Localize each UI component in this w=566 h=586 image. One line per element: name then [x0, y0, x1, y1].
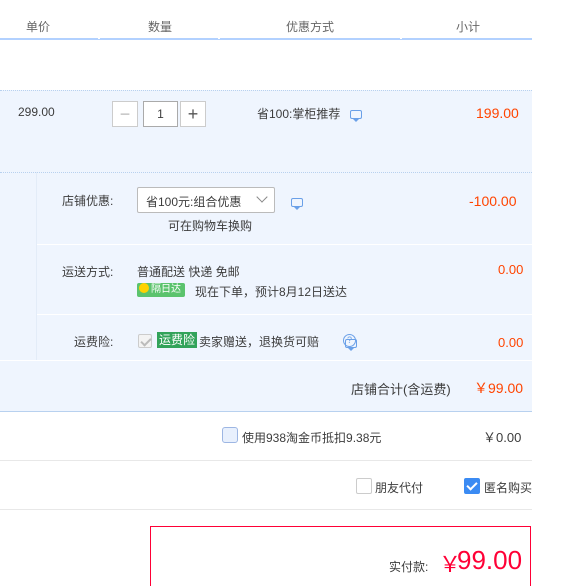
- chevron-down-icon: [256, 191, 268, 203]
- item-unit-price: 299.00: [18, 105, 55, 119]
- options-row: 朋友代付 匿名购买: [0, 460, 532, 510]
- row-divider: [37, 244, 532, 245]
- shop-discount-label: 店铺优惠:: [62, 194, 114, 208]
- item-subtotal: 199.00: [476, 105, 519, 121]
- help-icon[interactable]: ?: [343, 334, 356, 347]
- shop-total-row: 店铺合计(含运费) ￥99.00: [0, 360, 532, 412]
- comment-icon[interactable]: [291, 198, 303, 211]
- shipping-method: 普通配送 快递 免邮: [137, 265, 240, 279]
- payment-label: 实付款:: [389, 560, 429, 574]
- insurance-label: 运费险:: [74, 335, 114, 349]
- quantity-input[interactable]: 1: [143, 101, 178, 127]
- order-table-header: 单价 数量 优惠方式 小计: [0, 0, 532, 40]
- insurance-badge: 运费险: [157, 332, 198, 348]
- friend-pay-label[interactable]: 朋友代付: [375, 479, 423, 496]
- shop-discount-hint: 可在购物车换购: [168, 219, 253, 233]
- col-discount-header: 优惠方式: [286, 20, 335, 34]
- comment-icon[interactable]: [349, 110, 362, 123]
- quantity-minus-button[interactable]: −: [112, 101, 138, 127]
- payment-amount: 99.00: [457, 545, 523, 575]
- shop-total-value: ￥99.00: [474, 380, 524, 396]
- item-promo-text: 省100:掌柜推荐: [257, 107, 341, 121]
- insurance-checkbox: [138, 334, 152, 348]
- shipping-label: 运送方式:: [62, 265, 114, 279]
- shop-discount-select-value: 省100元:组合优惠: [146, 195, 242, 209]
- col-price-header: 单价: [26, 20, 51, 34]
- coin-label[interactable]: 使用938淘金币抵扣9.38元: [242, 429, 381, 446]
- friend-pay-checkbox[interactable]: [356, 478, 372, 494]
- anonymous-checkbox[interactable]: [464, 478, 480, 494]
- anonymous-label[interactable]: 匿名购买: [484, 479, 532, 496]
- shipping-eta: 现在下单，预计8月12日送达: [195, 285, 348, 299]
- next-day-badge-text: 隔日达: [151, 284, 181, 295]
- item-row: 299.00 − 1 + 省100:掌柜推荐 199.00: [0, 90, 532, 173]
- coin-row: 使用938淘金币抵扣9.38元 ￥0.00: [0, 411, 532, 461]
- shop-total-label: 店铺合计(含运费): [351, 382, 451, 397]
- col-qty-header: 数量: [148, 20, 173, 34]
- shop-discount-select[interactable]: 省100元:组合优惠: [137, 187, 275, 213]
- insurance-desc: 卖家赠送，退换货可赔: [199, 335, 320, 349]
- coin-checkbox[interactable]: [222, 427, 238, 443]
- insurance-value: 0.00: [498, 335, 524, 350]
- lightning-icon: [139, 283, 149, 293]
- shop-discount-value: -100.00: [469, 193, 517, 209]
- shop-block-divider: [36, 172, 37, 360]
- item-promo: 省100:掌柜推荐: [257, 105, 362, 123]
- col-subtotal-header: 小计: [456, 20, 481, 34]
- quantity-plus-button[interactable]: +: [180, 101, 206, 127]
- coin-value: ￥0.00: [483, 430, 522, 445]
- row-divider: [37, 314, 532, 315]
- next-day-badge: 隔日达: [137, 283, 185, 297]
- shipping-value: 0.00: [498, 262, 524, 277]
- payment-box: 实付款: ￥ 99.00: [150, 526, 531, 586]
